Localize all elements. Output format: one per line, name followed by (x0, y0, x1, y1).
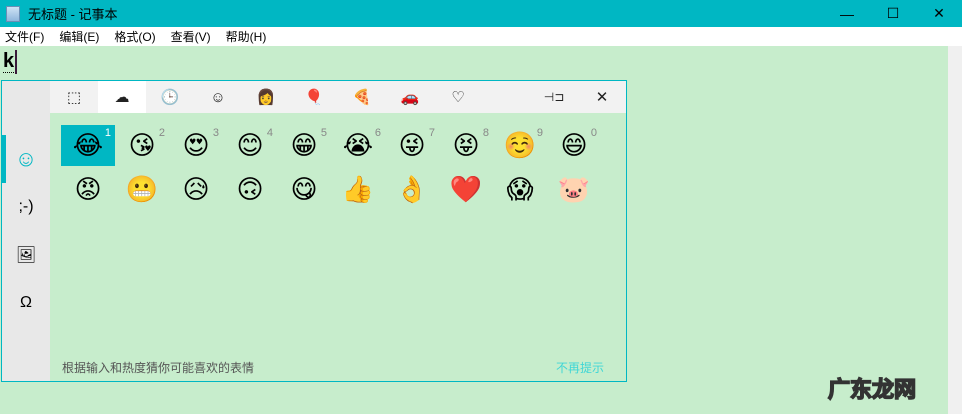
emoji-item[interactable]: 😭 6 (331, 125, 385, 166)
minimize-button[interactable]: — (824, 0, 870, 27)
emoji-item[interactable]: 🙃 (223, 169, 277, 210)
emoji-item[interactable]: 😊 4 (223, 125, 277, 166)
emoji-item[interactable]: 😁 5 (277, 125, 331, 166)
dismiss-hint-link[interactable]: 不再提示 (556, 359, 604, 376)
emoji-item[interactable]: 😍 3 (169, 125, 223, 166)
emoji-glyph: 😜 (398, 130, 426, 160)
emoji-item[interactable]: 😂 1 (61, 125, 115, 166)
emoji-glyph: 😍 (182, 130, 210, 160)
shortcut-number: 6 (374, 127, 381, 139)
editor-text: k (3, 50, 15, 73)
menu-view[interactable]: 查看(V) (171, 28, 211, 45)
shortcut-number: 4 (266, 127, 273, 139)
menu-file[interactable]: 文件(F) (5, 28, 44, 45)
title-bar: 无标题 - 记事本 — ☐ ✕ (0, 0, 962, 27)
shortcut-number: 3 (212, 127, 219, 139)
shortcut-number: 5 (320, 127, 327, 139)
shortcut-number: 8 (482, 127, 489, 139)
panel-close-icon[interactable]: ✕ (578, 81, 626, 113)
tab-smiley-icon[interactable]: ☺ (194, 81, 242, 113)
emoji-item[interactable]: ❤️ (439, 169, 493, 210)
close-button[interactable]: ✕ (916, 0, 962, 27)
emoji-glyph: ☺️ (503, 130, 537, 160)
emoji-glyph: 😘 (128, 130, 156, 160)
menu-help[interactable]: 帮助(H) (226, 28, 267, 45)
emoji-glyph: 😭 (342, 130, 374, 160)
shortcut-number: 2 (158, 127, 165, 139)
notepad-icon (6, 5, 20, 22)
shortcut-number: 0 (590, 127, 597, 139)
emoji-item[interactable]: 😜 7 (385, 125, 439, 166)
emoji-item[interactable]: 😋 (277, 169, 331, 210)
emoji-glyph: 😝 (452, 130, 480, 160)
image-category-icon[interactable]: 🖼 (2, 231, 50, 279)
symbols-category-icon[interactable]: Ω (2, 279, 50, 327)
tab-suggested-icon[interactable]: ☁ (98, 81, 146, 113)
menu-bar: 文件(F) 编辑(E) 格式(O) 查看(V) 帮助(H) (0, 27, 962, 46)
tab-car-icon[interactable]: 🚗 (386, 81, 434, 113)
emoji-tab-bar: ⬚ ☁ 🕒 ☺ 👩 🎈 🍕 🚗 ♡ ⊣⊐ ✕ (50, 81, 626, 113)
watermark-logo: 广东龙网 (827, 376, 917, 403)
tab-people-icon[interactable]: 👩 (242, 81, 290, 113)
emoji-item[interactable]: 😡 (61, 169, 115, 210)
emoji-item[interactable]: 😥 (169, 169, 223, 210)
tab-heart-icon[interactable]: ♡ (434, 81, 482, 113)
emoji-item[interactable]: ☺️ 9 (493, 125, 547, 166)
emoji-glyph: 😄 (560, 130, 588, 160)
emoji-item[interactable]: 😬 (115, 169, 169, 210)
shortcut-number: 1 (104, 127, 111, 139)
menu-format[interactable]: 格式(O) (114, 28, 155, 45)
maximize-button[interactable]: ☐ (870, 0, 916, 27)
emoji-glyph: 😊 (236, 130, 264, 160)
menu-edit[interactable]: 编辑(E) (59, 28, 99, 45)
emoji-item[interactable]: 👍 (331, 169, 385, 210)
tab-balloon-icon[interactable]: 🎈 (290, 81, 338, 113)
shortcut-number: 7 (428, 127, 435, 139)
emoji-glyph: 😁 (290, 130, 318, 160)
shortcut-number: 9 (536, 127, 543, 139)
emoji-category-icon[interactable]: ☺ (2, 135, 50, 183)
hint-text: 根据输入和热度猜你可能喜欢的表情 (62, 361, 255, 375)
tab-frame-icon[interactable]: ⬚ (50, 81, 98, 113)
emoji-glyph: 😂 (72, 130, 104, 160)
emoji-item[interactable]: 👌 (385, 169, 439, 210)
emoji-item[interactable]: 😘 2 (115, 125, 169, 166)
emoji-item[interactable]: 😱 (493, 169, 547, 210)
emoji-panel: ☺ ;-) 🖼 Ω ⬚ ☁ 🕒 ☺ 👩 🎈 🍕 🚗 ♡ ⊣⊐ ✕ 😂 1 😘 2 😍 3 😊… (1, 80, 627, 382)
kaomoji-category-icon[interactable]: ;-) (2, 183, 50, 231)
pin-icon[interactable]: ⊣⊐ (530, 81, 578, 113)
vertical-scrollbar[interactable] (948, 46, 962, 414)
emoji-item[interactable]: 😝 8 (439, 125, 493, 166)
tab-recent-clock-icon[interactable]: 🕒 (146, 81, 194, 113)
emoji-panel-sidebar: ☺ ;-) 🖼 Ω (2, 81, 50, 381)
tab-pizza-icon[interactable]: 🍕 (338, 81, 386, 113)
emoji-item[interactable]: 🐷 (547, 169, 601, 210)
emoji-item[interactable]: 😄 0 (547, 125, 601, 166)
window-title: 无标题 - 记事本 (28, 7, 118, 22)
text-caret (15, 50, 17, 74)
